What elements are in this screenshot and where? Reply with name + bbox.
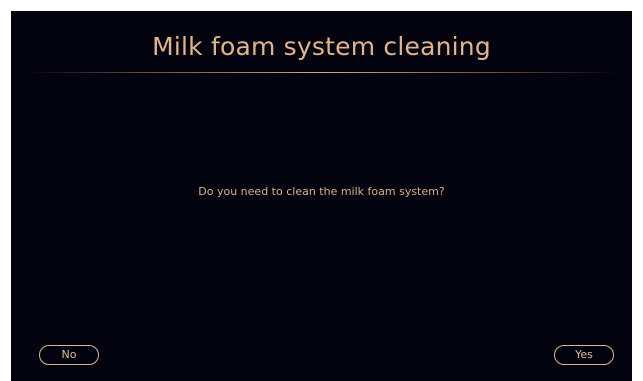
- yes-button[interactable]: Yes: [554, 345, 614, 365]
- page-title: Milk foam system cleaning: [152, 32, 491, 61]
- title-divider: [27, 72, 617, 73]
- confirmation-message: Do you need to clean the milk foam syste…: [198, 185, 445, 198]
- cleaning-dialog-screen: Milk foam system cleaning Do you need to…: [11, 11, 632, 381]
- no-button[interactable]: No: [39, 345, 99, 365]
